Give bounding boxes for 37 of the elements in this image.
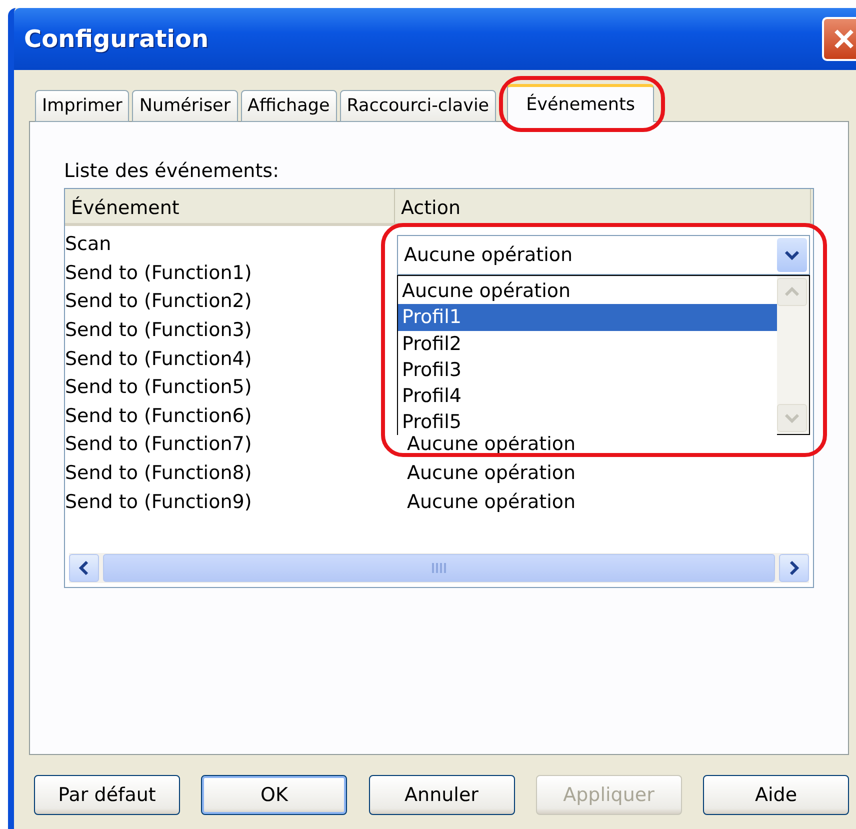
grip-icon (431, 563, 447, 573)
dialog-button[interactable]: Aide (703, 775, 849, 815)
tab[interactable]: Numériser (132, 90, 238, 122)
tab[interactable]: Affichage (240, 90, 337, 122)
scroll-left-button[interactable] (69, 554, 99, 582)
tab[interactable]: Événements (507, 84, 654, 122)
table-cell-text: Send to (Function6) (65, 404, 253, 427)
dialog-button[interactable]: Par défaut (34, 775, 180, 815)
table-cell-text: Send to (Function8) (65, 462, 253, 484)
table-cell-text: Send to (Function1) (65, 262, 253, 284)
table-cell-text: Send to (Function9) (65, 490, 253, 513)
column-header[interactable]: Événement (65, 189, 395, 223)
window-title: Configuration (24, 25, 209, 53)
table-cell-text: Send to (Function5) (65, 376, 253, 398)
tab[interactable]: Raccourci-clavie (340, 90, 496, 122)
list-label: Liste des événements: (64, 160, 280, 184)
scroll-right-button[interactable] (779, 554, 809, 582)
dropdown-button[interactable] (777, 238, 807, 272)
scrollbar-thumb[interactable] (103, 554, 775, 582)
dropdown-option[interactable]: Profil1 (398, 304, 777, 331)
dialog-button[interactable]: Annuler (368, 775, 514, 815)
table-cell-text: Send to (Function4) (65, 348, 253, 370)
table-cell-text: Aucune opération (407, 490, 577, 513)
table-cell-text: Send to (Function2) (65, 290, 253, 312)
table-cell-text: Aucune opération (407, 462, 577, 484)
column-header[interactable]: Action (395, 189, 811, 223)
close-icon (832, 27, 856, 51)
action-dropdown[interactable]: Aucune opération (397, 235, 810, 275)
dialog-button[interactable]: OK (201, 775, 348, 815)
horizontal-scrollbar[interactable] (69, 553, 809, 583)
tab[interactable]: Imprimer (35, 90, 130, 122)
table-cell-text: Send to (Function3) (65, 319, 253, 342)
table-cell-text: Send to (Function7) (65, 433, 253, 456)
close-button[interactable] (822, 17, 856, 61)
chevron-down-icon (784, 249, 800, 261)
table-cell-text: Aucune opération (407, 433, 577, 456)
table-cell-text: Scan (65, 233, 112, 256)
